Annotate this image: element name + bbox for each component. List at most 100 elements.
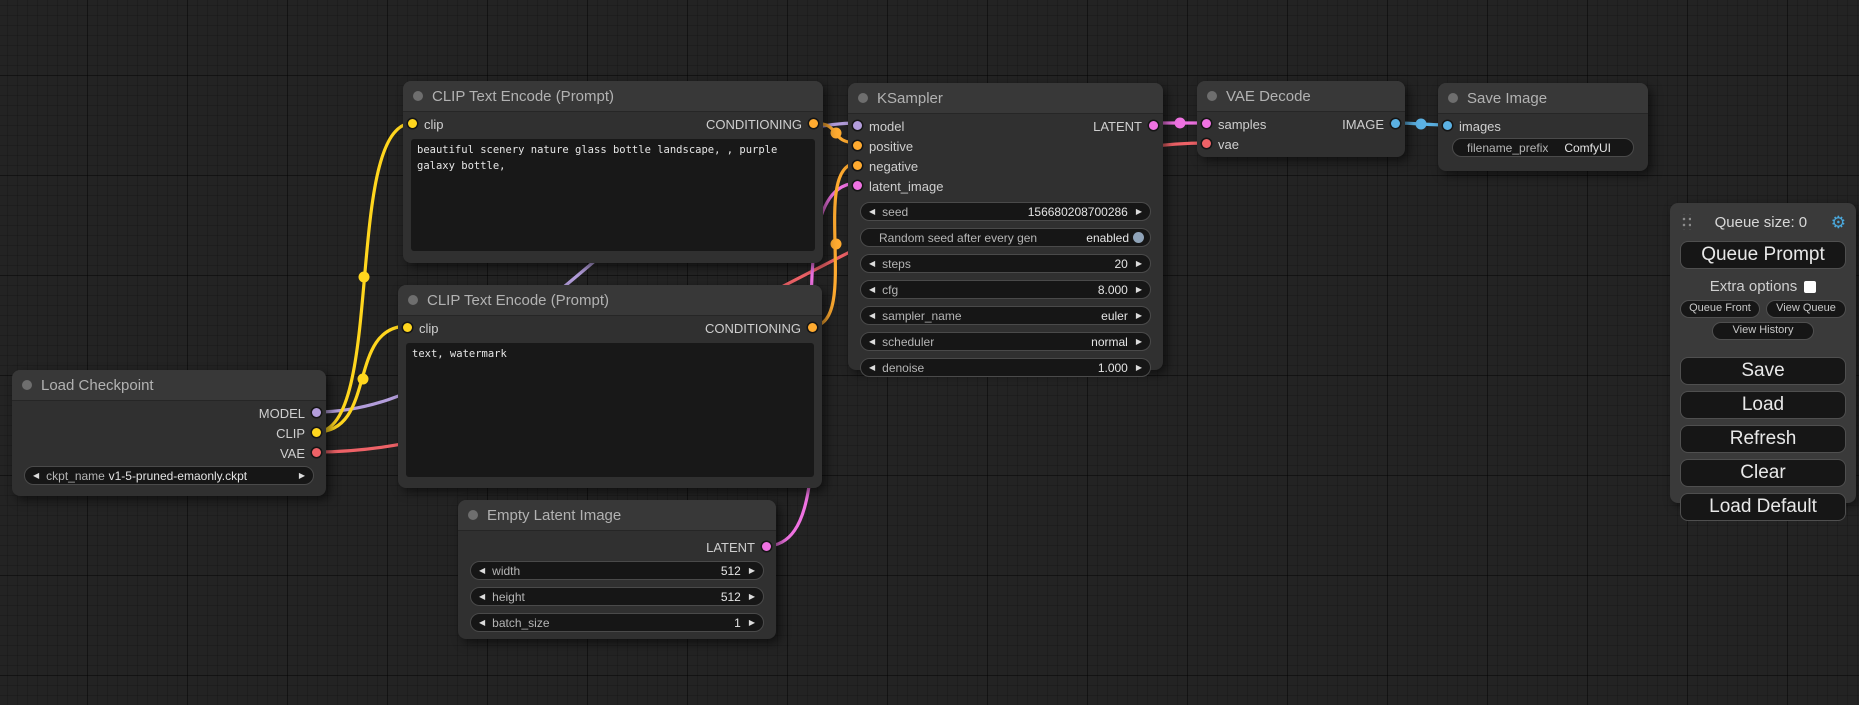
conditioning-output-port[interactable] [809,119,818,128]
load-default-button[interactable]: Load Default [1680,493,1846,521]
node-title-bar[interactable]: VAE Decode [1197,81,1405,112]
node-title-bar[interactable]: Save Image [1438,83,1648,114]
input-label: positive [869,139,913,154]
scheduler-widget[interactable]: ◀ scheduler normal ▶ [860,332,1151,351]
load-button[interactable]: Load [1680,391,1846,419]
arrow-left-icon[interactable]: ◀ [479,592,485,601]
widget-value: 512 [721,564,741,578]
view-queue-button[interactable]: View Queue [1766,300,1846,318]
collapse-dot-icon[interactable] [22,380,32,390]
extra-options-checkbox[interactable] [1804,281,1816,293]
model-input-port[interactable] [853,121,862,130]
link-dot-samples [1175,118,1186,129]
arrow-right-icon[interactable]: ▶ [749,566,755,575]
denoise-widget[interactable]: ◀ denoise 1.000 ▶ [860,358,1151,377]
node-title-bar[interactable]: KSampler [848,83,1163,114]
collapse-dot-icon[interactable] [468,510,478,520]
queue-prompt-button[interactable]: Queue Prompt [1680,241,1846,269]
node-clip-text-encode-negative[interactable]: CLIP Text Encode (Prompt) clip CONDITION… [398,285,822,488]
widget-value: ComfyUI [1564,141,1611,155]
node-ksampler[interactable]: KSampler model LATENT positive negative … [848,83,1163,370]
steps-widget[interactable]: ◀ steps 20 ▶ [860,254,1151,273]
arrow-left-icon[interactable]: ◀ [869,311,875,320]
vae-input-port[interactable] [1202,139,1211,148]
arrow-left-icon[interactable]: ◀ [869,285,875,294]
node-clip-text-encode-positive[interactable]: CLIP Text Encode (Prompt) clip CONDITION… [403,81,823,263]
seed-widget[interactable]: ◀ seed 156680208700286 ▶ [860,202,1151,221]
arrow-right-icon[interactable]: ▶ [749,592,755,601]
latent-output-port[interactable] [762,542,771,551]
collapse-dot-icon[interactable] [1448,93,1458,103]
node-empty-latent-image[interactable]: Empty Latent Image LATENT ◀ width 512 ▶ … [458,500,776,639]
drag-handle-icon[interactable] [1680,214,1691,230]
vae-output-port[interactable] [312,448,321,457]
node-title-bar[interactable]: Empty Latent Image [458,500,776,531]
cfg-widget[interactable]: ◀ cfg 8.000 ▶ [860,280,1151,299]
toggle-icon[interactable] [1133,232,1144,243]
arrow-right-icon[interactable]: ▶ [1136,337,1142,346]
samples-input-port[interactable] [1202,119,1211,128]
prompt-text-input[interactable]: beautiful scenery nature glass bottle la… [411,139,815,251]
clip-output-port[interactable] [312,428,321,437]
extra-options-label: Extra options [1710,278,1798,295]
output-label: IMAGE [1342,117,1384,132]
clear-button[interactable]: Clear [1680,459,1846,487]
clip-input-port[interactable] [403,323,412,332]
conditioning-output-port[interactable] [808,323,817,332]
collapse-dot-icon[interactable] [1207,91,1217,101]
view-history-button[interactable]: View History [1712,322,1814,340]
node-title-bar[interactable]: CLIP Text Encode (Prompt) [403,81,823,112]
latent-image-input-port[interactable] [853,181,862,190]
arrow-left-icon[interactable]: ◀ [869,207,875,216]
arrow-right-icon[interactable]: ▶ [1136,363,1142,372]
images-input-port[interactable] [1443,121,1452,130]
arrow-left-icon[interactable]: ◀ [869,363,875,372]
batch-size-widget[interactable]: ◀ batch_size 1 ▶ [470,613,764,632]
link-dot-negative [831,239,842,250]
random-seed-widget[interactable]: Random seed after every gen enabled [860,228,1151,247]
filename-prefix-widget[interactable]: filename_prefix ComfyUI [1452,138,1634,157]
ckpt-name-widget[interactable]: ◀ ckpt_name v1-5-pruned-emaonly.ckpt ▶ [24,466,314,485]
gear-icon[interactable]: ⚙ [1831,214,1846,231]
clip-input-port[interactable] [408,119,417,128]
arrow-right-icon[interactable]: ▶ [1136,259,1142,268]
node-load-checkpoint[interactable]: Load Checkpoint MODEL CLIP VAE ◀ ckpt_na… [12,370,326,496]
arrow-right-icon[interactable]: ▶ [299,471,305,480]
arrow-right-icon[interactable]: ▶ [1136,207,1142,216]
widget-label: cfg [882,283,898,297]
arrow-right-icon[interactable]: ▶ [1136,285,1142,294]
width-widget[interactable]: ◀ width 512 ▶ [470,561,764,580]
arrow-right-icon[interactable]: ▶ [749,618,755,627]
positive-input-port[interactable] [853,141,862,150]
arrow-left-icon[interactable]: ◀ [479,566,485,575]
arrow-left-icon[interactable]: ◀ [33,471,39,480]
collapse-dot-icon[interactable] [858,93,868,103]
refresh-button[interactable]: Refresh [1680,425,1846,453]
arrow-left-icon[interactable]: ◀ [869,259,875,268]
queue-front-button[interactable]: Queue Front [1680,300,1760,318]
arrow-right-icon[interactable]: ▶ [1136,311,1142,320]
node-title: CLIP Text Encode (Prompt) [427,292,609,309]
negative-input-port[interactable] [853,161,862,170]
node-save-image[interactable]: Save Image images filename_prefix ComfyU… [1438,83,1648,171]
widget-label: scheduler [882,335,934,349]
image-output-port[interactable] [1391,119,1400,128]
node-title: CLIP Text Encode (Prompt) [432,88,614,105]
node-graph-canvas[interactable]: Load Checkpoint MODEL CLIP VAE ◀ ckpt_na… [0,0,1859,705]
slot-row-images: images [1438,116,1648,136]
widget-label: filename_prefix [1467,141,1548,155]
model-output-port[interactable] [312,408,321,417]
node-title-bar[interactable]: Load Checkpoint [12,370,326,401]
arrow-left-icon[interactable]: ◀ [869,337,875,346]
output-label: LATENT [706,540,755,555]
arrow-left-icon[interactable]: ◀ [479,618,485,627]
save-button[interactable]: Save [1680,357,1846,385]
collapse-dot-icon[interactable] [413,91,423,101]
collapse-dot-icon[interactable] [408,295,418,305]
node-vae-decode[interactable]: VAE Decode samples IMAGE vae [1197,81,1405,157]
sampler-name-widget[interactable]: ◀ sampler_name euler ▶ [860,306,1151,325]
height-widget[interactable]: ◀ height 512 ▶ [470,587,764,606]
prompt-text-input[interactable]: text, watermark [406,343,814,477]
latent-output-port[interactable] [1149,121,1158,130]
node-title-bar[interactable]: CLIP Text Encode (Prompt) [398,285,822,316]
